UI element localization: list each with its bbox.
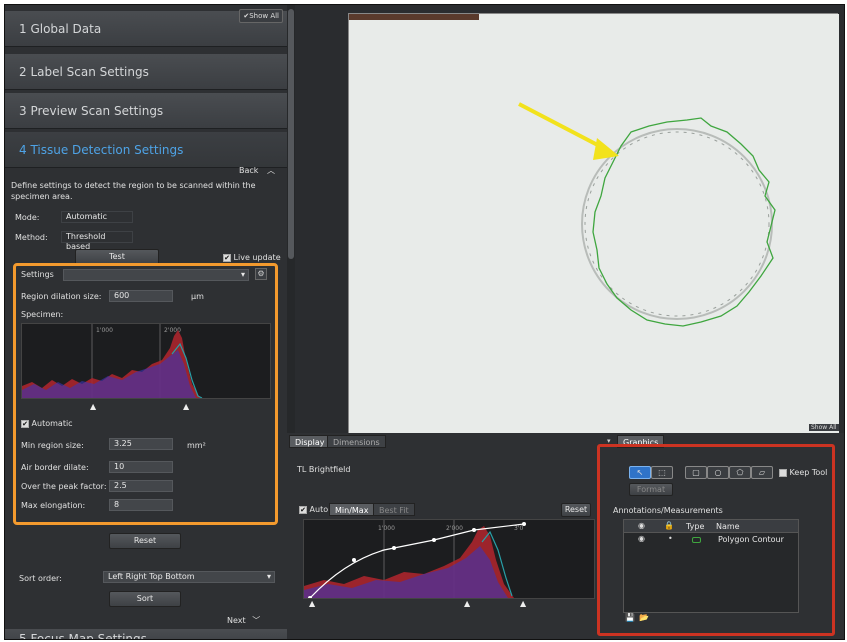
live-update-checkbox[interactable]: ✔ Live update [223,253,281,262]
minmax-button[interactable]: Min/Max [329,503,375,516]
tab-dimensions[interactable]: Dimensions [327,435,386,448]
reset-button[interactable]: Reset [109,533,181,549]
checkmark-icon: ✔ [299,505,307,514]
sort-order-label: Sort order: [19,574,62,583]
auto-checkbox[interactable]: ✔ Auto [299,505,328,514]
sort-order-dropdown[interactable]: Left Right Top Bottom ▾ [103,571,275,583]
chevron-up-icon: ︿ [266,166,275,175]
display-histogram[interactable]: 1'000 2'000 3'0 [303,519,595,599]
app-window: 1 Global Data ✔Show All 2 Label Scan Set… [4,4,845,640]
graphics-highlight [597,444,835,636]
display-tick: 3'0 [514,525,523,532]
bestfit-button[interactable]: Best Fit [373,503,415,516]
display-min-marker-icon[interactable]: ▲ [309,599,315,608]
display-tick: 1'000 [378,525,395,532]
display-reset-button[interactable]: Reset [561,503,591,517]
mode-label: Mode: [15,213,40,222]
back-button[interactable]: Back ︿ [239,165,275,176]
specimen-image[interactable] [348,13,839,434]
method-label: Method: [15,233,48,242]
graphics-show-all[interactable]: Show All [809,424,839,431]
display-mid-marker-icon[interactable]: ▲ [464,599,470,608]
sort-button[interactable]: Sort [109,591,181,607]
chevron-down-icon: ▾ [266,572,271,581]
tissue-description: Define settings to detect the region to … [11,181,256,201]
method-value[interactable]: Threshold based [61,231,133,251]
tab-display[interactable]: Display [289,435,331,448]
mode-value[interactable]: Automatic [61,211,133,223]
show-all-button[interactable]: ✔Show All [239,9,283,23]
channel-name: TL Brightfield [297,465,351,474]
step-label-scan[interactable]: 2 Label Scan Settings [5,54,287,90]
step-label: 1 Global Data [19,22,102,36]
step-tissue-detection[interactable]: 4 Tissue Detection Settings [5,132,287,168]
settings-highlight [13,263,278,525]
scrollbar-thumb[interactable] [288,9,294,259]
slide-edge [349,14,479,20]
checkmark-icon: ✔ [223,253,231,262]
step-global-data[interactable]: 1 Global Data ✔Show All [5,9,287,47]
next-button[interactable]: Next ﹀ [227,615,260,626]
step-focus-map[interactable]: 5 Focus Map Settings [5,629,287,639]
chevron-down-icon: ﹀ [252,616,261,625]
step-preview-scan[interactable]: 3 Preview Scan Settings [5,93,287,129]
display-max-marker-icon[interactable]: ▲ [520,599,526,608]
display-tick: 2'000 [446,525,463,532]
